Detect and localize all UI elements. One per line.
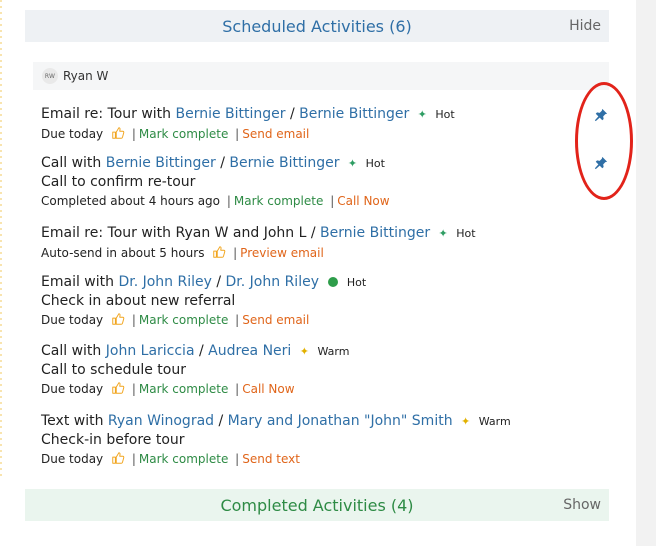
temperature-label: Hot [346, 276, 367, 289]
activity-title-line: Call with Bernie Bittinger / Bernie Bitt… [41, 154, 390, 173]
activity-meta: Due today | Mark complete | Call Now [41, 381, 295, 396]
thumbs-up-icon[interactable] [212, 245, 226, 259]
hide-button[interactable]: Hide [569, 18, 601, 34]
activity-item: Email with Dr. John Riley / Dr. John Ril… [41, 273, 366, 328]
scheduled-activities-title: Scheduled Activities (6) [222, 16, 412, 36]
separator: / [290, 106, 295, 122]
lead-link[interactable]: Audrea Neri [208, 343, 291, 359]
contact-link[interactable]: John Lariccia [106, 343, 195, 359]
call-now-link[interactable]: Call Now [337, 194, 389, 208]
activity-item: Email re: Tour with Bernie Bittinger / B… [41, 105, 455, 142]
lead-link[interactable]: Bernie Bittinger [229, 155, 339, 171]
lead-link[interactable]: Bernie Bittinger [299, 106, 409, 122]
sparkle-hot-icon: ✦ [438, 227, 448, 240]
temperature-label: Warm [478, 415, 511, 428]
activity-item: Call with John Lariccia / Audrea Neri ✦ … [41, 342, 349, 397]
mark-complete-link[interactable]: Mark complete [234, 194, 323, 208]
lead-link[interactable]: Mary and Jonathan "John" Smith [228, 413, 453, 429]
activity-type: Email re: Tour with [41, 106, 172, 122]
activity-status: Due today [41, 127, 104, 141]
show-button[interactable]: Show [563, 497, 601, 513]
activity-description: Check-in before tour [41, 432, 185, 448]
activity-meta: Auto-send in about 5 hours | Preview emai… [41, 245, 324, 260]
status-dot-icon [328, 277, 339, 287]
activity-status: Auto-send in about 5 hours [41, 246, 205, 260]
activity-title-line: Call with John Lariccia / Audrea Neri ✦ … [41, 342, 349, 361]
annotation-circle [575, 82, 633, 200]
send-email-link[interactable]: Send email [242, 127, 309, 141]
activity-type: Email re: Tour with Ryan W and John L [41, 225, 307, 241]
thumbs-up-icon[interactable] [111, 312, 125, 326]
activity-status: Completed about 4 hours ago [41, 194, 221, 208]
temperature-label: Hot [456, 227, 476, 240]
owner-name: Ryan W [63, 69, 109, 83]
temperature-label: Hot [435, 108, 455, 121]
separator: / [220, 155, 225, 171]
activity-item: Email re: Tour with Ryan W and John L / … [41, 224, 476, 261]
thumbs-up-icon[interactable] [111, 451, 125, 465]
completed-activities-header: Completed Activities (4) Show [25, 489, 609, 521]
activity-meta: Due today | Mark complete | Send text [41, 451, 300, 466]
send-email-link[interactable]: Send email [242, 313, 309, 327]
activity-item: Text with Ryan Winograd / Mary and Jonat… [41, 412, 511, 467]
activity-title-line: Email re: Tour with Bernie Bittinger / B… [41, 105, 455, 124]
sparkle-warm-icon: ✦ [461, 415, 471, 428]
activity-status: Due today [41, 382, 104, 396]
separator: / [198, 343, 204, 359]
temperature-label: Hot [365, 157, 385, 170]
mark-complete-link[interactable]: Mark complete [139, 313, 228, 327]
completed-activities-title: Completed Activities (4) [220, 495, 414, 515]
thumbs-up-icon[interactable] [111, 381, 125, 395]
pin-icon[interactable] [594, 108, 608, 122]
activity-description: Check in about new referral [41, 293, 236, 309]
mark-complete-link[interactable]: Mark complete [139, 382, 228, 396]
sparkle-hot-icon: ✦ [347, 157, 358, 170]
activity-item: Call with Bernie Bittinger / Bernie Bitt… [41, 154, 390, 209]
lead-link[interactable]: Bernie Bittinger [320, 225, 430, 241]
activity-type: Call with [41, 155, 102, 171]
activity-meta: Due today | Mark complete | Send email [41, 312, 310, 327]
sparkle-warm-icon: ✦ [299, 345, 309, 358]
avatar: RW [42, 68, 58, 84]
scheduled-activities-header: Scheduled Activities (6) Hide [25, 10, 609, 42]
activity-description: Call to schedule tour [41, 362, 186, 378]
mark-complete-link[interactable]: Mark complete [139, 452, 228, 466]
lead-link[interactable]: Dr. John Riley [226, 274, 319, 290]
contact-link[interactable]: Bernie Bittinger [176, 106, 286, 122]
contact-link[interactable]: Bernie Bittinger [106, 155, 216, 171]
activity-status: Due today [41, 452, 104, 466]
call-now-link[interactable]: Call Now [242, 382, 294, 396]
activity-type: Text with [41, 413, 104, 429]
temperature-label: Warm [317, 345, 350, 358]
contact-link[interactable]: Ryan Winograd [108, 413, 214, 429]
activity-title-line: Email re: Tour with Ryan W and John L / … [41, 224, 476, 243]
activity-type: Email with [41, 274, 114, 290]
activity-title-line: Text with Ryan Winograd / Mary and Jonat… [41, 412, 511, 431]
owner-group-header: RW Ryan W [33, 62, 609, 90]
pin-icon[interactable] [594, 156, 608, 170]
activity-type: Call with [41, 343, 102, 359]
mark-complete-link[interactable]: Mark complete [139, 127, 228, 141]
activity-meta: Due today | Mark complete | Send email [41, 126, 310, 141]
right-scroll-rail [636, 0, 656, 546]
activity-description: Call to confirm re-tour [41, 174, 196, 190]
thumbs-up-icon[interactable] [111, 126, 125, 140]
separator: / [310, 225, 316, 241]
separator: / [216, 274, 222, 290]
send-text-link[interactable]: Send text [242, 452, 300, 466]
contact-link[interactable]: Dr. John Riley [118, 274, 211, 290]
activity-status: Due today [41, 313, 104, 327]
activity-meta: Completed about 4 hours ago | Mark comple… [41, 194, 390, 208]
separator: / [218, 413, 224, 429]
left-edge-dots [0, 0, 2, 480]
activity-title-line: Email with Dr. John Riley / Dr. John Ril… [41, 273, 366, 292]
preview-email-link[interactable]: Preview email [240, 246, 324, 260]
sparkle-hot-icon: ✦ [417, 108, 427, 121]
